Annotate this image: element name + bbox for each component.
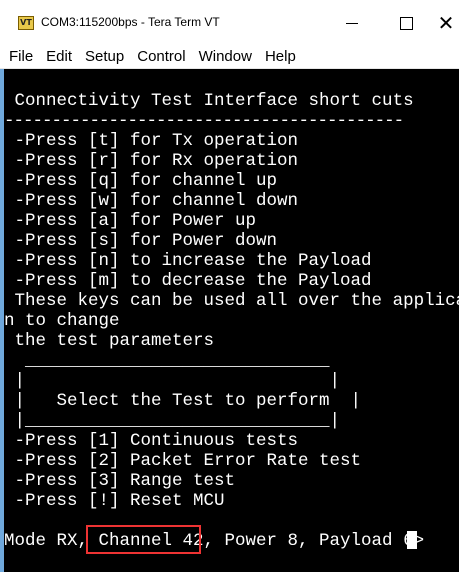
menu-file[interactable]: File: [9, 48, 33, 65]
terminal-line: -Press [q] for channel up: [4, 171, 278, 191]
window-title: COM3:115200bps - Tera Term VT: [41, 15, 220, 29]
terminal-line: -Press [!] Reset MCU: [4, 491, 225, 511]
terminal-line: -Press [t] for Tx operation: [4, 131, 299, 151]
terminal-line: -Press [r] for Rx operation: [4, 151, 299, 171]
terminal-line-box-title: | Select the Test to perform |: [4, 391, 362, 411]
title-bar: VT COM3:115200bps - Tera Term VT ✕: [0, 0, 459, 44]
close-button[interactable]: ✕: [431, 8, 459, 38]
terminal-line: -Press [a] for Power up: [4, 211, 257, 231]
terminal-line: the test parameters: [4, 331, 215, 351]
tera-term-app-icon[interactable]: VT: [18, 16, 34, 30]
terminal-line: -Press [1] Continuous tests: [4, 431, 299, 451]
menu-bar: File Edit Setup Control Window Help: [0, 44, 459, 69]
terminal-line: These keys can be used all over the appl…: [4, 291, 459, 311]
terminal-cursor: [407, 531, 417, 549]
menu-setup[interactable]: Setup: [85, 48, 124, 65]
terminal-line: -Press [n] to increase the Payload: [4, 251, 372, 271]
terminal-line: -Press [w] for channel down: [4, 191, 299, 211]
terminal-line-box-bottom: |_____________________________|: [4, 411, 341, 431]
channel-highlight-box: [86, 525, 201, 554]
terminal-status-line: Mode RX, Channel 42, Power 8, Payload 6>: [4, 531, 425, 551]
maximize-icon: [399, 16, 413, 30]
terminal-line-box-side: | |: [4, 371, 341, 391]
menu-window[interactable]: Window: [199, 48, 252, 65]
terminal-screen[interactable]: Connectivity Test Interface short cuts -…: [0, 69, 459, 572]
terminal-line: -Press [s] for Power down: [4, 231, 278, 251]
minimize-button[interactable]: [329, 8, 375, 38]
terminal-line-box-top: _____________________________: [4, 351, 330, 371]
minimize-icon: [346, 22, 358, 24]
terminal-line: -Press [3] Range test: [4, 471, 236, 491]
menu-control[interactable]: Control: [137, 48, 185, 65]
terminal-line-separator: ----------------------------------------…: [4, 111, 404, 131]
close-icon: ✕: [437, 11, 455, 35]
menu-help[interactable]: Help: [265, 48, 296, 65]
menu-edit[interactable]: Edit: [46, 48, 72, 65]
terminal-line-header: Connectivity Test Interface short cuts: [4, 91, 414, 111]
maximize-button[interactable]: [383, 8, 429, 38]
terminal-line: n to change: [4, 311, 120, 331]
terminal-line: -Press [2] Packet Error Rate test: [4, 451, 362, 471]
terminal-line: -Press [m] to decrease the Payload: [4, 271, 372, 291]
